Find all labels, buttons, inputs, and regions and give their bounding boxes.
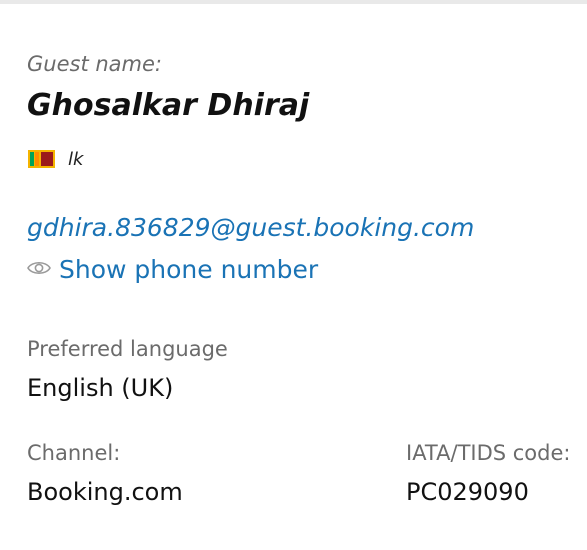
top-divider xyxy=(0,0,587,4)
channel-value: Booking.com xyxy=(27,478,183,506)
show-phone-number-link[interactable]: Show phone number xyxy=(59,255,318,284)
guest-country-code: lk xyxy=(68,149,84,170)
cut-off-content-row xyxy=(27,542,557,550)
eye-icon[interactable] xyxy=(27,258,51,278)
preferred-language-value: English (UK) xyxy=(27,374,174,402)
guest-name-label: Guest name: xyxy=(27,52,162,76)
guest-email-link[interactable]: gdhira.836829@guest.booking.com xyxy=(27,213,474,242)
guest-details-panel: Guest name: Ghosalkar Dhiraj lk gdhira.8… xyxy=(0,0,587,550)
guest-name: Ghosalkar Dhiraj xyxy=(27,88,310,123)
preferred-language-label: Preferred language xyxy=(27,337,228,361)
sri-lanka-flag-icon xyxy=(28,150,55,168)
iata-tids-code-label: IATA/TIDS code: xyxy=(406,441,571,465)
channel-label: Channel: xyxy=(27,441,121,465)
iata-tids-code-value: PC029090 xyxy=(406,478,529,506)
